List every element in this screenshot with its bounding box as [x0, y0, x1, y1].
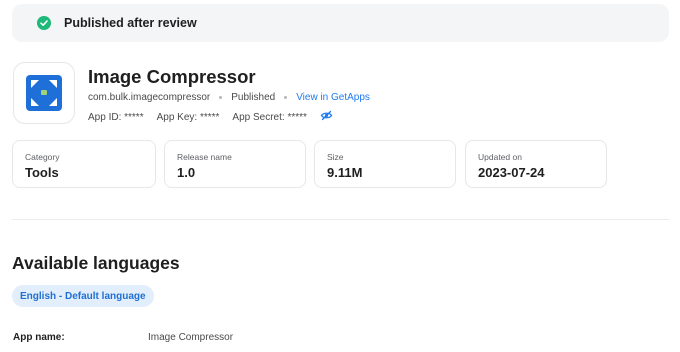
stat-label: Updated on [478, 152, 522, 162]
app-icon [13, 62, 75, 124]
app-secret: App Secret: ***** [232, 111, 307, 123]
package-name: com.bulk.imagecompressor [88, 92, 211, 103]
separator-dot [219, 96, 223, 99]
check-circle-icon [37, 16, 51, 30]
app-name-value: Image Compressor [148, 332, 234, 343]
app-title: Image Compressor [88, 66, 256, 87]
stat-label: Category [25, 152, 60, 162]
app-key: App Key: ***** [156, 111, 220, 123]
stat-label: Size [327, 152, 344, 162]
separator-dot [284, 96, 288, 99]
view-in-getapps-link[interactable]: View in GetApps [296, 92, 370, 103]
app-credentials: App ID: ***** App Key: ***** App Secret:… [88, 110, 333, 124]
section-divider [12, 219, 669, 220]
status-text: Published after review [64, 16, 197, 30]
status-banner: Published after review [12, 4, 669, 42]
stat-value: 2023-07-24 [478, 165, 545, 180]
publish-status: Published [231, 92, 276, 103]
stat-value: Tools [25, 165, 59, 180]
stat-card-updated-on: Updated on 2023-07-24 [465, 140, 607, 188]
stat-label: Release name [177, 152, 232, 162]
eye-hidden-icon[interactable] [320, 110, 333, 124]
app-id: App ID: ***** [88, 111, 144, 123]
stat-value: 9.11M [327, 165, 363, 180]
image-compressor-icon [26, 75, 62, 111]
app-meta: com.bulk.imagecompressor Published View … [88, 92, 370, 103]
stat-card-release-name: Release name 1.0 [164, 140, 306, 188]
stat-value: 1.0 [177, 165, 196, 180]
stat-card-category: Category Tools [12, 140, 156, 188]
language-chip-english[interactable]: English - Default language [12, 285, 154, 307]
app-name-label: App name: [13, 332, 65, 343]
stat-card-size: Size 9.11M [314, 140, 456, 188]
available-languages-heading: Available languages [12, 253, 180, 273]
